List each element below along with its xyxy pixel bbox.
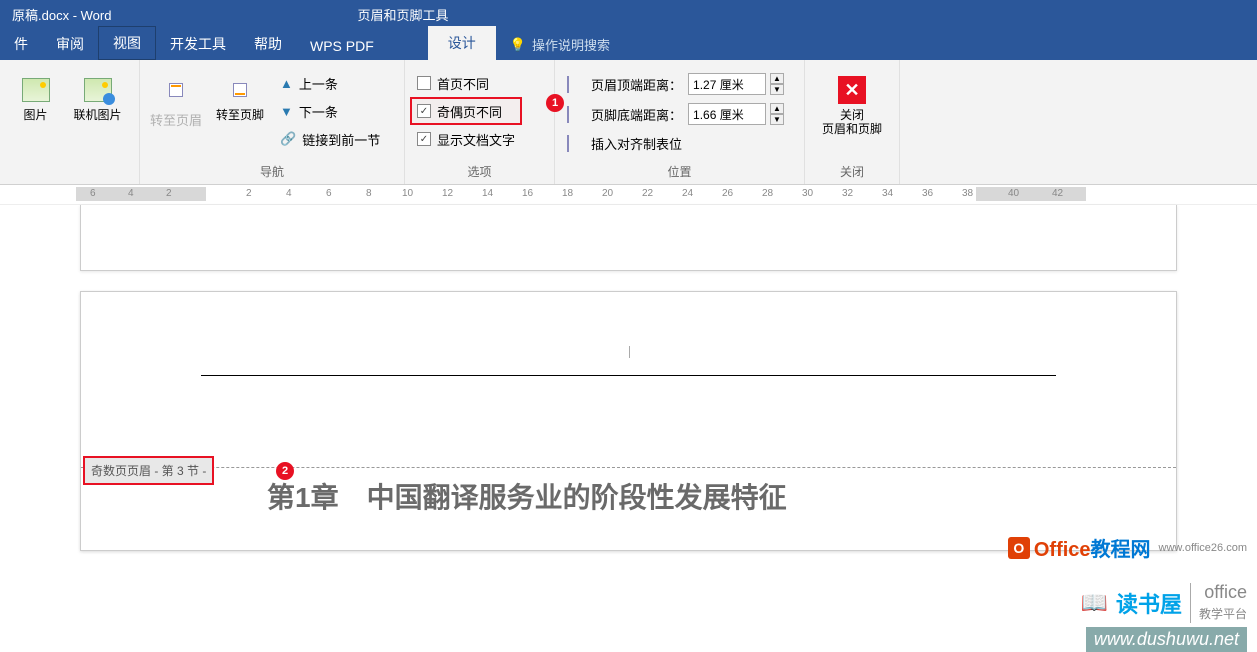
chapter-heading[interactable]: 第1章 中国翻译服务业的阶段性发展特征 [267,476,787,516]
tab-developer[interactable]: 开发工具 [156,28,240,60]
header-distance-row: 页眉顶端距离： ▲ ▼ [561,70,790,98]
footer-distance-row: 页脚底端距离： ▲ ▼ [561,100,790,128]
tab-wps-pdf[interactable]: WPS PDF [296,32,388,60]
picture-icon [22,78,50,102]
insert-picture-button[interactable]: 图片 [12,70,60,126]
ribbon-tabs: 件 审阅 视图 开发工具 帮助 WPS PDF 设计 💡 操作说明搜索 [0,28,1257,60]
up-arrow-icon: ▲ [280,76,293,91]
callout-badge-1: 1 [546,94,564,112]
previous-page-bottom[interactable] [80,205,1177,271]
header-section-tag: 奇数页页眉 - 第 3 节 - [83,456,214,485]
close-group-label: 关闭 [811,159,893,184]
goto-header-button[interactable]: 转至页眉 [146,70,206,138]
title-bar: 原稿.docx - Word 页眉和页脚工具 [0,0,1257,28]
tab-design[interactable]: 设计 [428,26,496,60]
group-label [6,162,133,184]
tab-file[interactable]: 件 [0,28,42,60]
spinner-up[interactable]: ▲ [770,73,784,84]
spinner-down[interactable]: ▼ [770,114,784,125]
insert-alignment-tab-button[interactable]: 插入对齐制表位 [561,130,790,156]
checkbox-unchecked-icon [417,76,431,90]
goto-footer-button[interactable]: 转至页脚 [210,70,270,126]
position-group-label: 位置 [561,159,798,184]
close-header-footer-button[interactable]: ✕ 关闭页眉和页脚 [812,70,892,141]
footer-icon [233,83,247,97]
next-button[interactable]: ▼ 下一条 [274,98,386,124]
options-group-label: 选项 [411,159,548,184]
header-distance-icon [567,77,585,91]
nav-group-label: 导航 [146,159,398,184]
watermark-office26: O Office教程网 www.office26.com [1008,533,1247,562]
checkbox-checked-icon [417,132,431,146]
align-tab-icon [567,136,585,150]
different-first-page-checkbox[interactable]: 首页不同 [411,70,521,96]
link-previous-button[interactable]: 🔗 链接到前一节 [274,126,386,152]
different-odd-even-checkbox[interactable]: 奇偶页不同 [411,98,521,124]
horizontal-ruler[interactable]: 6 4 2 2 4 6 8 10 12 14 16 18 20 22 24 26… [0,185,1257,205]
ribbon: 图片 联机图片 转至页眉 转至页脚 ▲ 上一条 [0,60,1257,185]
footer-distance-icon [567,107,585,121]
show-document-text-checkbox[interactable]: 显示文档文字 [411,126,521,152]
checkbox-checked-icon [417,104,431,118]
tab-view[interactable]: 视图 [98,26,156,60]
tab-review[interactable]: 审阅 [42,28,98,60]
footer-distance-input[interactable] [688,103,766,125]
previous-button[interactable]: ▲ 上一条 [274,70,386,96]
current-page[interactable]: 奇数页页眉 - 第 3 节 - 2 第1章 中国翻译服务业的阶段性发展特征 [80,291,1177,551]
office-logo-icon: O [1008,537,1030,559]
document-canvas: 6 4 2 2 4 6 8 10 12 14 16 18 20 22 24 26… [0,185,1257,568]
spinner-up[interactable]: ▲ [770,103,784,114]
header-distance-input[interactable] [688,73,766,95]
link-icon: 🔗 [280,131,296,147]
online-picture-icon [84,78,112,102]
down-arrow-icon: ▼ [280,104,293,119]
window-title: 原稿.docx - Word [0,5,111,24]
contextual-tool-title: 页眉和页脚工具 [341,0,464,28]
header-icon [169,83,183,97]
tell-me-search[interactable]: 💡 操作说明搜索 [496,29,624,60]
lightbulb-icon: 💡 [510,37,526,53]
book-logo-icon: 📖 [1081,590,1108,616]
header-area[interactable] [201,352,1056,376]
watermark-dushuwu: 📖 读书屋 office教学平台 www.dushuwu.net [997,583,1247,652]
insert-online-picture-button[interactable]: 联机图片 [68,70,128,126]
spinner-down[interactable]: ▼ [770,84,784,95]
close-icon: ✕ [838,76,866,104]
tab-help[interactable]: 帮助 [240,28,296,60]
